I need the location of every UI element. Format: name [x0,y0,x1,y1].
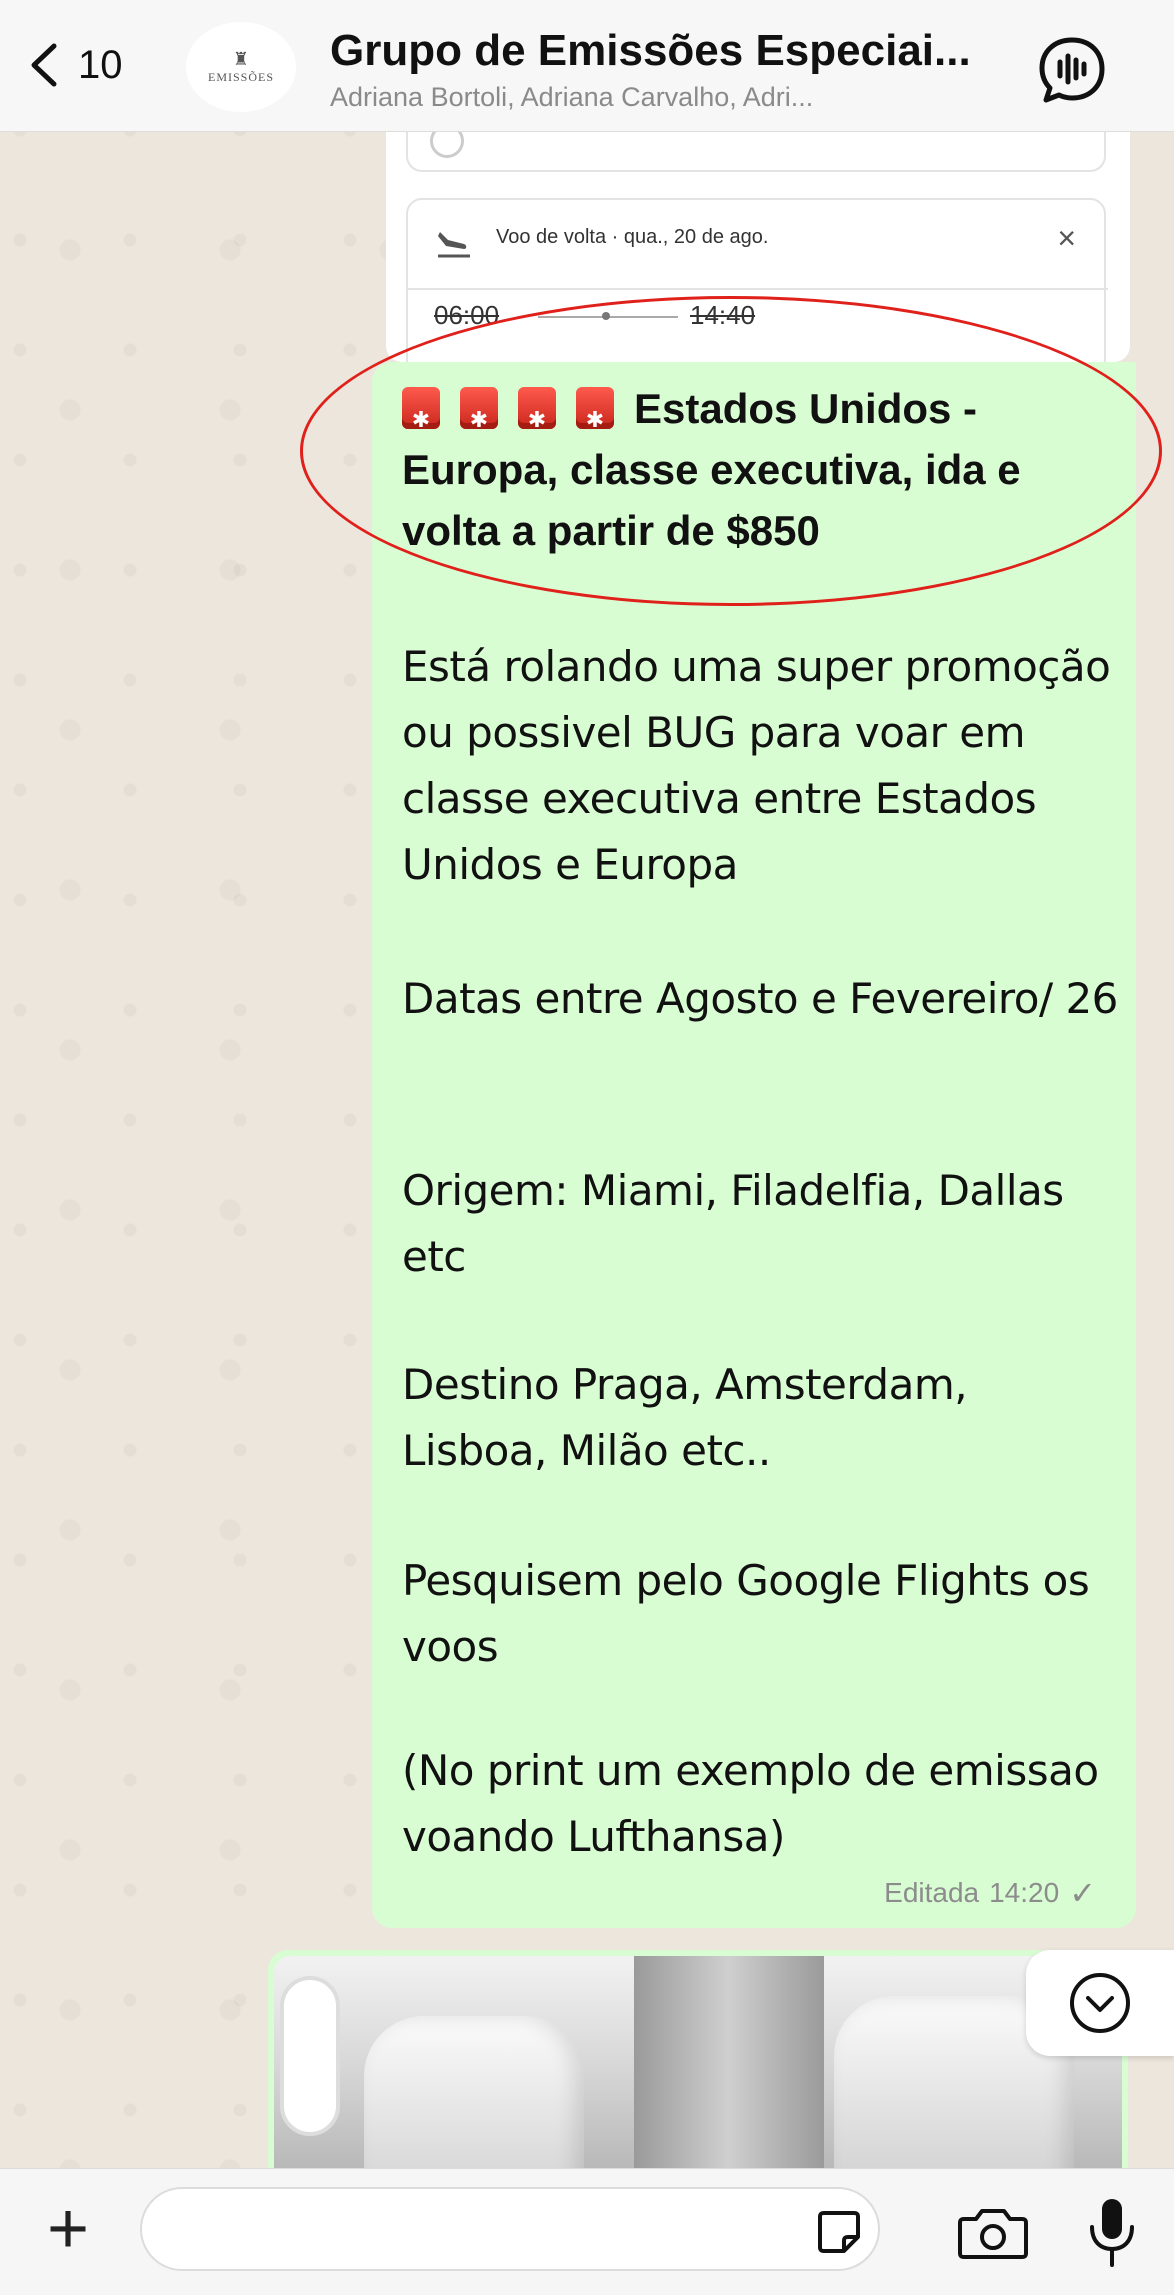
chat-title[interactable]: Grupo de Emissões Especiai... [330,26,1010,76]
logo-mark-icon: ♜ [232,48,250,69]
rotating-light-icon [518,387,556,450]
chat-members[interactable]: Adriana Bortoli, Adriana Carvalho, Adri.… [330,82,1000,113]
chat-header: 10 ♜ EMISSÕES Grupo de Emissões Especiai… [0,0,1174,132]
microphone-icon[interactable] [1084,2195,1140,2269]
sent-check-icon: ✓ [1069,1875,1096,1911]
previous-message-image[interactable]: Voo de volta · qua., 20 de ago. × 06:00 … [386,132,1130,362]
departure-time: 06:00 [434,300,500,330]
avatar-logo-text: EMISSÕES [207,69,274,84]
message-paragraph: Está rolando uma super promoção ou possi… [402,642,1111,889]
flight-land-icon [438,232,470,258]
unread-count: 10 [78,42,123,87]
message-paragraph: Pesquisem pelo Google Flights os voos [402,1556,1090,1671]
edited-label: Editada [884,1877,980,1908]
back-button[interactable]: 10 [24,30,123,100]
chevron-left-icon [31,43,57,87]
message-paragraph: Origem: Miami, Filadelfia, Dallas etc [402,1166,1064,1281]
group-avatar[interactable]: ♜ EMISSÕES [186,22,296,112]
composer-bar: + [0,2168,1174,2295]
outgoing-message-bubble[interactable]: Estados Unidos - Europa, classe executiv… [372,362,1136,1928]
scroll-to-bottom-button[interactable] [1026,1950,1174,2056]
chevron-down-circle-icon [1070,1973,1130,2033]
close-icon: × [1057,220,1076,256]
rotating-light-icon [460,387,498,450]
flight-duration-line [538,312,678,320]
flight-card-outbound [406,132,1106,172]
cabin-aisle [634,1956,824,2170]
message-input[interactable] [140,2187,880,2271]
return-flight-label: Voo de volta · qua., 20 de ago. [496,226,769,248]
business-seat [364,2016,584,2170]
rotating-light-icon [402,387,440,450]
outgoing-image-message[interactable] [268,1950,1128,2170]
message-meta: Editada 14:20 ✓ [884,1874,1096,1912]
cabin-photo[interactable] [274,1956,1122,2170]
attach-plus-icon[interactable]: + [36,2193,100,2265]
camera-icon[interactable] [956,2205,1030,2261]
message-time: 14:20 [989,1877,1060,1908]
arrival-time: 14:40 [690,300,756,330]
message-paragraph: Destino Praga, Amsterdam, Lisboa, Milão … [402,1360,968,1475]
sticker-icon[interactable] [816,2209,862,2255]
group-call-icon[interactable] [1036,34,1108,106]
flight-card-return: Voo de volta · qua., 20 de ago. × 06:00 … [406,198,1108,362]
message-paragraph: (No print um exemplo de emissao voando L… [402,1746,1099,1861]
rotating-light-icon [576,387,614,450]
radio-circle-icon [430,132,464,158]
card-divider [408,288,1108,290]
message-paragraph: Datas entre Agosto e Fevereiro/ 26 [402,974,1118,1023]
aircraft-window [280,1976,340,2136]
message-heading: Estados Unidos - Europa, classe executiv… [402,378,1122,561]
